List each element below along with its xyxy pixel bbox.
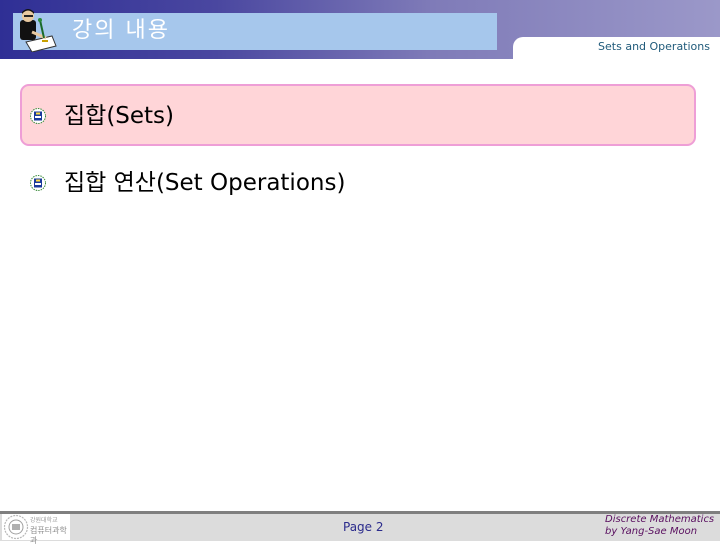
section-label: Sets and Operations	[598, 40, 710, 53]
list-item-label: 집합(Sets)	[64, 103, 175, 129]
logo-text-line2: 컴퓨터과학과	[30, 526, 67, 545]
credit-course-title: Discrete Mathematics	[605, 514, 715, 525]
list-item-label: 집합 연산(Set Operations)	[64, 170, 346, 196]
page-title: 강의 내용	[72, 18, 170, 43]
university-emblem-bullet-icon	[30, 175, 46, 191]
university-emblem-bullet-icon	[30, 108, 46, 124]
logo-text-line1: 강원대학교	[30, 517, 58, 524]
course-credit: Discrete Mathematics by Yang-Sae Moon	[605, 514, 714, 538]
teacher-writing-icon	[20, 9, 57, 52]
university-logo: 강원대학교 컴퓨터과학과	[2, 514, 70, 545]
page-number: Page 2	[343, 520, 384, 534]
university-seal-icon	[3, 514, 29, 540]
credit-author: by Yang-Sae Moon	[605, 526, 698, 537]
